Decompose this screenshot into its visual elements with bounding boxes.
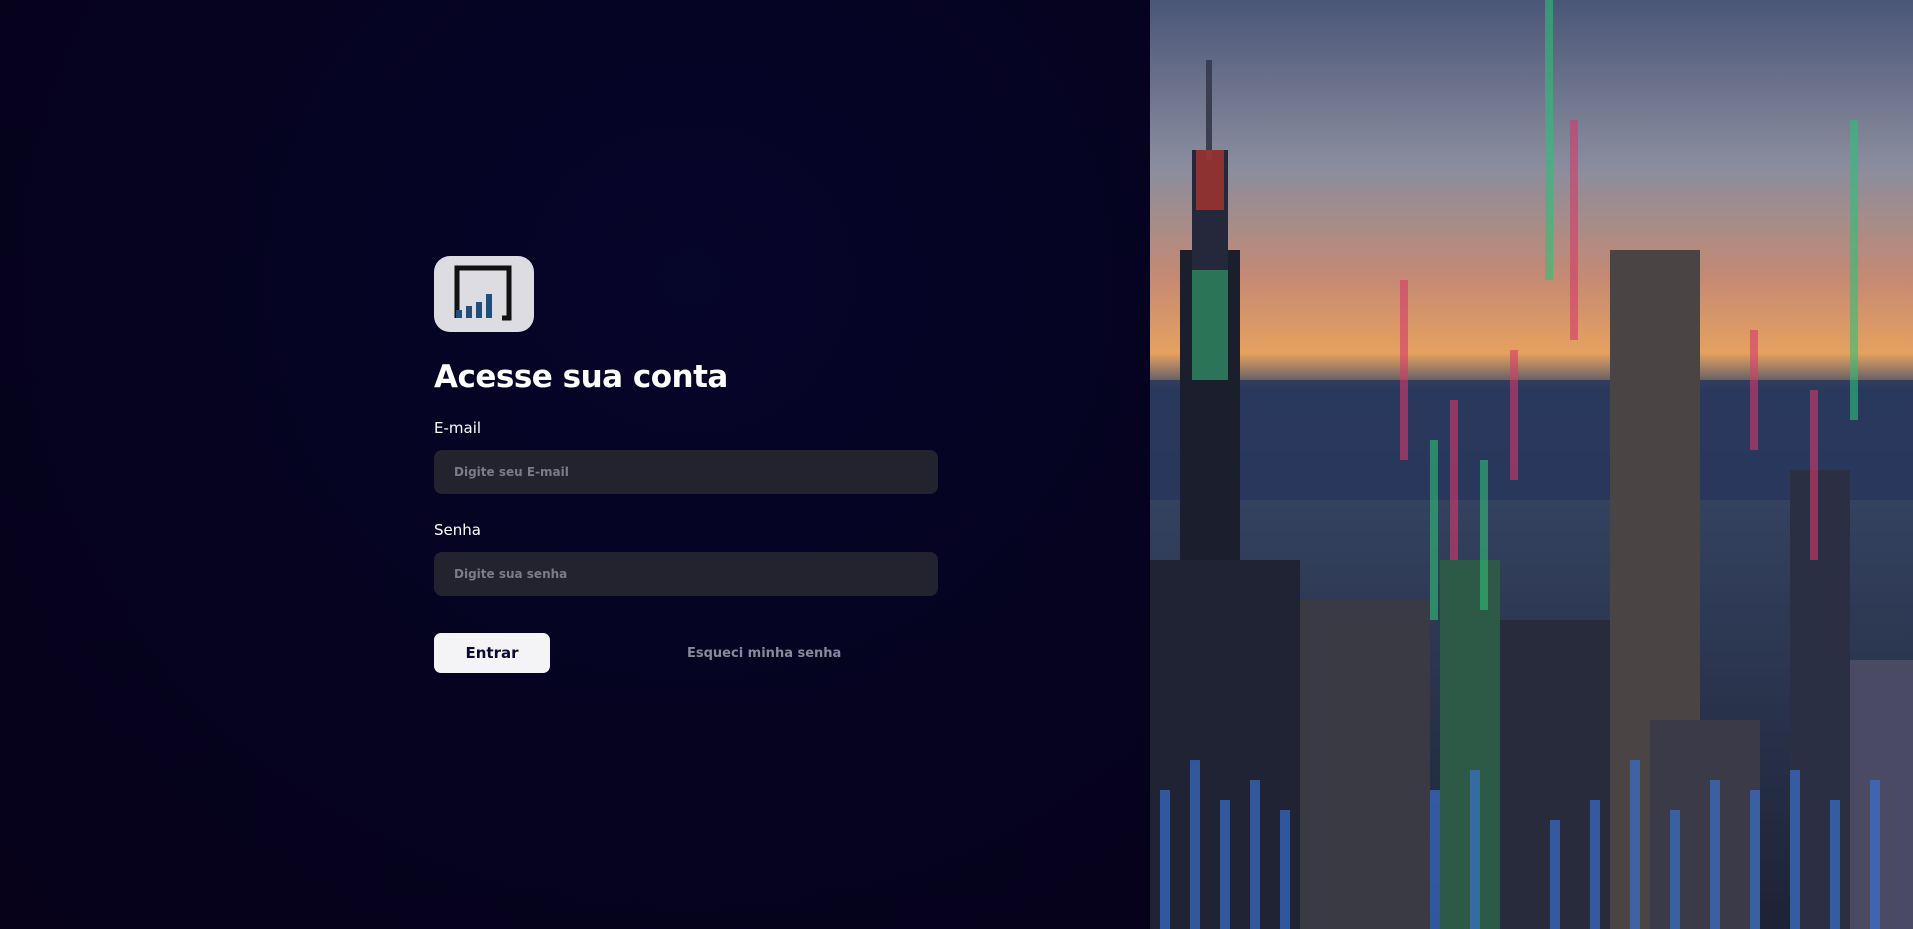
city-skyline-with-stock-chart-overlay-image <box>1150 0 1913 929</box>
login-form: Acesse sua conta E-mail Senha Entrar Esq… <box>434 256 938 673</box>
password-input[interactable] <box>434 552 938 596</box>
app-logo <box>434 256 534 332</box>
login-panel: Acesse sua conta E-mail Senha Entrar Esq… <box>0 0 1150 929</box>
forgot-password-link[interactable]: Esqueci minha senha <box>687 646 841 661</box>
form-actions: Entrar Esqueci minha senha <box>434 633 938 673</box>
login-page: Acesse sua conta E-mail Senha Entrar Esq… <box>0 0 1913 929</box>
email-input[interactable] <box>434 450 938 494</box>
login-button[interactable]: Entrar <box>434 633 550 673</box>
email-label: E-mail <box>434 419 482 437</box>
bar-chart-frame-icon <box>454 265 512 321</box>
password-label: Senha <box>434 521 481 539</box>
page-title: Acesse sua conta <box>434 359 728 395</box>
hero-image <box>1150 0 1913 929</box>
